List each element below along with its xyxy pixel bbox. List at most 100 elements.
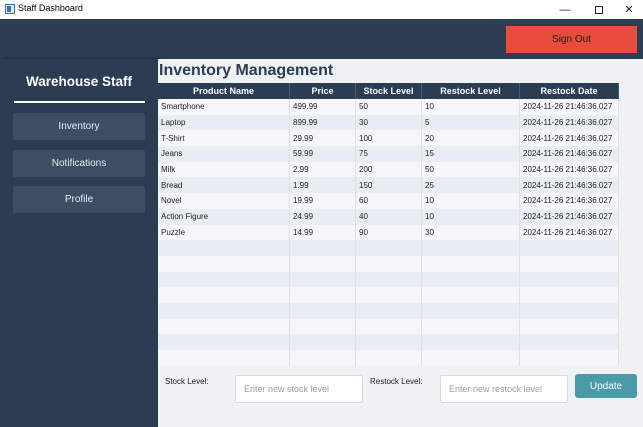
- sign-out-button[interactable]: Sign Out: [506, 26, 637, 53]
- cell-price: [290, 255, 356, 272]
- cell-price: [290, 334, 356, 350]
- cell-restock-date: [520, 318, 619, 335]
- table-row[interactable]: [158, 318, 619, 335]
- cell-restock-date: 2024-11-26 21:46:36.027: [520, 177, 619, 194]
- table-row[interactable]: T-Shirt 29.99 100 20 2024-11-26 21:46:36.027: [158, 130, 619, 147]
- table-row[interactable]: Laptop 899.99 30 5 2024-11-26 21:46:36.027: [158, 114, 619, 131]
- column-header-restock-level[interactable]: Restock Level: [422, 83, 520, 99]
- cell-restock-date: 2024-11-26 21:46:36.027: [520, 224, 619, 241]
- table-scrollbar-track: [619, 83, 643, 379]
- minimize-button[interactable]: —: [550, 0, 580, 19]
- cell-price: 899.99: [290, 114, 356, 131]
- cell-price: 19.99: [290, 193, 356, 209]
- cell-product-name: Smartphone: [158, 99, 290, 115]
- cell-restock-level: 20: [422, 130, 520, 147]
- cell-price: [290, 302, 356, 319]
- cell-stock-level: 40: [356, 208, 422, 225]
- restock-level-input[interactable]: [440, 375, 568, 403]
- cell-price: [290, 318, 356, 335]
- cell-stock-level: [356, 350, 422, 366]
- cell-price: 24.99: [290, 208, 356, 225]
- cell-restock-level: 15: [422, 146, 520, 162]
- cell-product-name: Jeans: [158, 146, 290, 162]
- column-header-restock-date[interactable]: Restock Date: [520, 83, 619, 99]
- cell-restock-level: [422, 287, 520, 303]
- cell-restock-level: 10: [422, 99, 520, 115]
- cell-restock-level: [422, 255, 520, 272]
- table-row[interactable]: Milk 2.99 200 50 2024-11-26 21:46:36.027: [158, 161, 619, 178]
- sidebar-item-notifications[interactable]: Notifications: [13, 150, 145, 177]
- table-row[interactable]: [158, 271, 619, 288]
- cell-product-name: [158, 287, 290, 303]
- table-row[interactable]: [158, 334, 619, 350]
- cell-product-name: [158, 318, 290, 335]
- table-row[interactable]: [158, 302, 619, 319]
- cell-stock-level: [356, 302, 422, 319]
- cell-stock-level: [356, 271, 422, 288]
- restock-level-label: Restock Level:: [370, 377, 423, 386]
- cell-restock-date: 2024-11-26 21:46:36.027: [520, 146, 619, 162]
- close-button[interactable]: ✕: [614, 0, 643, 19]
- cell-restock-level: [422, 271, 520, 288]
- cell-price: 499.99: [290, 99, 356, 115]
- cell-product-name: [158, 271, 290, 288]
- cell-stock-level: 30: [356, 114, 422, 131]
- cell-price: [290, 271, 356, 288]
- column-header-price[interactable]: Price: [290, 83, 356, 99]
- cell-price: 1.99: [290, 177, 356, 194]
- cell-restock-date: [520, 255, 619, 272]
- sidebar-divider: [14, 101, 145, 103]
- page-title: Inventory Management: [159, 62, 334, 79]
- sidebar: Warehouse Staff Inventory Notifications …: [0, 59, 158, 427]
- table-row[interactable]: Puzzle 14.99 90 30 2024-11-26 21:46:36.027: [158, 224, 619, 241]
- cell-product-name: Action Figure: [158, 208, 290, 225]
- maximize-button[interactable]: [584, 0, 614, 19]
- cell-stock-level: 150: [356, 177, 422, 194]
- table-row[interactable]: [158, 255, 619, 272]
- cell-product-name: [158, 240, 290, 256]
- cell-restock-date: [520, 302, 619, 319]
- cell-restock-date: 2024-11-26 21:46:36.027: [520, 114, 619, 131]
- stock-level-label: Stock Level:: [165, 377, 209, 386]
- cell-restock-level: [422, 240, 520, 256]
- cell-product-name: T-Shirt: [158, 130, 290, 147]
- cell-stock-level: 60: [356, 193, 422, 209]
- window-title: Staff Dashboard: [18, 3, 83, 13]
- column-header-stock-level[interactable]: Stock Level: [356, 83, 422, 99]
- column-header-product-name[interactable]: Product Name: [158, 83, 290, 99]
- cell-stock-level: [356, 240, 422, 256]
- cell-restock-level: 30: [422, 224, 520, 241]
- table-row[interactable]: Bread 1.99 150 25 2024-11-26 21:46:36.027: [158, 177, 619, 194]
- sidebar-item-inventory[interactable]: Inventory: [13, 113, 145, 140]
- table-row[interactable]: [158, 287, 619, 303]
- table-row[interactable]: [158, 240, 619, 256]
- app-icon: [5, 4, 15, 14]
- cell-restock-date: 2024-11-26 21:46:36.027: [520, 208, 619, 225]
- sidebar-item-profile[interactable]: Profile: [13, 186, 145, 213]
- cell-restock-date: 2024-11-26 21:46:36.027: [520, 193, 619, 209]
- cell-restock-level: [422, 302, 520, 319]
- stock-level-input[interactable]: [235, 375, 363, 403]
- cell-price: [290, 287, 356, 303]
- table-header: Product Name Price Stock Level Restock Leve…: [158, 83, 619, 99]
- cell-restock-level: [422, 334, 520, 350]
- cell-stock-level: 50: [356, 99, 422, 115]
- table-row[interactable]: Novel 19.99 60 10 2024-11-26 21:46:36.027: [158, 193, 619, 209]
- cell-stock-level: [356, 255, 422, 272]
- table-row[interactable]: Smartphone 499.99 50 10 2024-11-26 21:46:36.…: [158, 99, 619, 115]
- inventory-table[interactable]: Product Name Price Stock Level Restock Leve…: [158, 83, 643, 427]
- table-row[interactable]: Action Figure 24.99 40 10 2024-11-26 21:46:3…: [158, 208, 619, 225]
- table-row[interactable]: Jeans 59.99 75 15 2024-11-26 21:46:36.027: [158, 146, 619, 162]
- cell-restock-date: 2024-11-26 21:46:36.027: [520, 99, 619, 115]
- cell-price: 2.99: [290, 161, 356, 178]
- maximize-icon: [595, 5, 603, 14]
- cell-product-name: Milk: [158, 161, 290, 178]
- cell-product-name: [158, 350, 290, 366]
- table-body: Smartphone 499.99 50 10 2024-11-26 21:46:36.…: [158, 99, 619, 366]
- cell-price: 59.99: [290, 146, 356, 162]
- cell-stock-level: 90: [356, 224, 422, 241]
- update-button[interactable]: Update: [575, 374, 637, 398]
- cell-stock-level: [356, 287, 422, 303]
- cell-price: [290, 350, 356, 366]
- table-row[interactable]: [158, 350, 619, 366]
